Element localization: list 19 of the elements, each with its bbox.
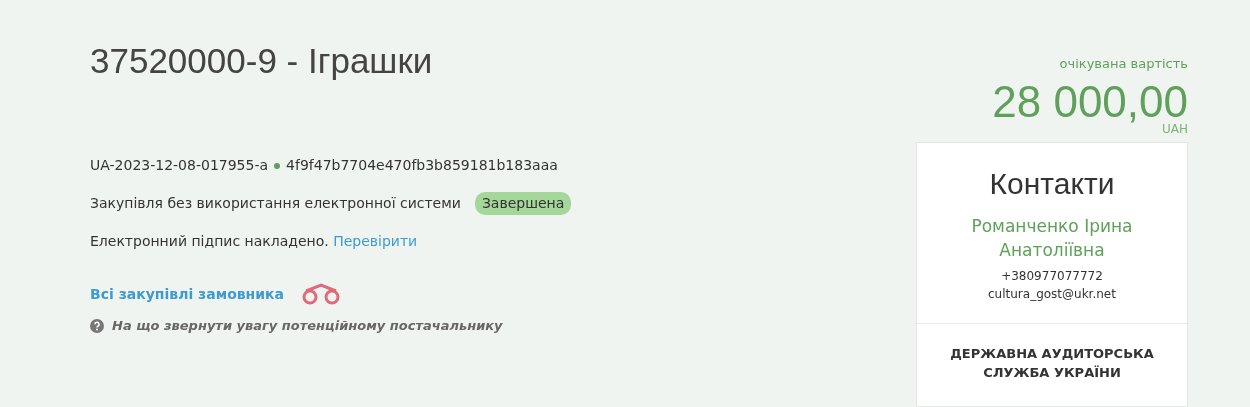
contacts-title: Контакти (988, 165, 1116, 202)
contact-name: Романченко Ірина Анатоліївна (970, 214, 1134, 263)
verify-link[interactable]: Перевірити (333, 233, 418, 249)
currency: UAH (1162, 121, 1188, 138)
page-title: 37520000-9 - Іграшки (90, 40, 434, 82)
supplier-hint: На що звернути увагу потенційному постачальнику (112, 317, 503, 335)
tender-id: UA-2023-12-08-017955-a (90, 156, 269, 175)
help-icon[interactable] (90, 318, 104, 333)
customer-tenders-link[interactable]: Всі закупівлі замовника (90, 283, 285, 305)
expected-value: 28 000,00 (991, 79, 1188, 124)
tender-hash: 4f9f47b7704e470fb3b859181b183aaa (286, 156, 558, 175)
procedure-type: Закупівля без використання електронної системи (90, 194, 461, 213)
status-badge: Завершена (474, 192, 572, 215)
contact-email: cultura_gost@ukr.net (987, 285, 1117, 303)
value-label: очікувана вартість (1058, 55, 1188, 73)
contact-phone: +380977077772 (1000, 267, 1104, 285)
dot-icon (272, 160, 283, 171)
organization-name: ДЕРЖАВНА АУДИТОРСЬКА СЛУЖБА УКРАЇНИ (917, 322, 1187, 383)
signature-text: Електронний підпис накладено. (90, 233, 329, 249)
